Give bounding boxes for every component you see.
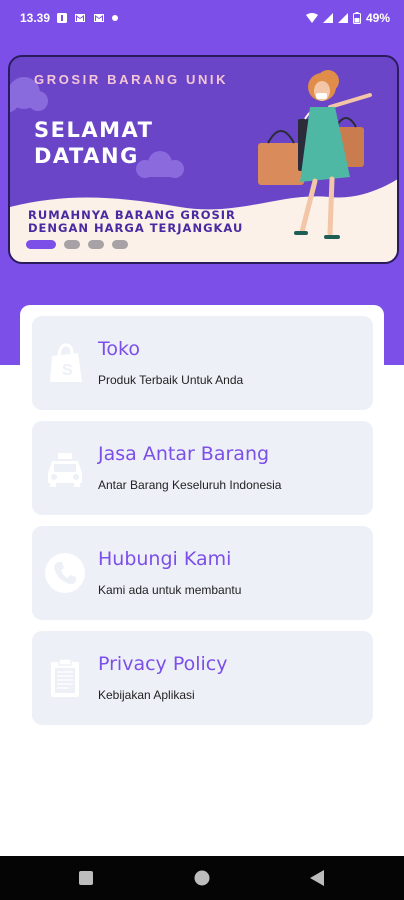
- menu-item-title: Privacy Policy: [98, 653, 228, 675]
- gmail-icon: [94, 14, 105, 22]
- phone-icon: [45, 553, 85, 593]
- menu-item-description: Antar Barang Keseluruh Indonesia: [98, 478, 282, 492]
- signal-icon: [337, 13, 348, 23]
- carousel-dot[interactable]: [88, 240, 104, 249]
- back-button[interactable]: [309, 870, 325, 886]
- notification-icon: [57, 13, 68, 23]
- shopify-bag-icon: S: [50, 343, 82, 382]
- home-button[interactable]: [194, 870, 210, 886]
- menu-item-description: Kami ada untuk membantu: [98, 583, 242, 597]
- car-icon: [48, 453, 82, 487]
- carousel-dot[interactable]: [64, 240, 80, 249]
- status-time: 13.39: [20, 11, 51, 25]
- menu-item-title: Toko: [98, 338, 140, 360]
- status-bar: 13.39 49%: [0, 0, 404, 36]
- recents-button[interactable]: [79, 871, 93, 885]
- dot-icon: [112, 15, 119, 21]
- clipboard-icon: [51, 658, 79, 697]
- menu-item-description: Kebijakan Aplikasi: [98, 688, 195, 702]
- menu-item-description: Produk Terbaik Untuk Anda: [98, 373, 244, 387]
- system-nav-bar: [0, 856, 404, 900]
- carousel-dot[interactable]: [112, 240, 128, 249]
- menu-item-title: Jasa Antar Barang: [98, 443, 270, 465]
- menu-panel: S Toko Produk Terbaik Untuk Anda Jasa An…: [20, 305, 384, 737]
- promo-banner[interactable]: GROSIR BARANG UNIK SELAMAT DATANG RUMAHN…: [8, 55, 399, 264]
- battery-icon: [352, 12, 361, 24]
- menu-item-title: Hubungi Kami: [98, 548, 232, 570]
- menu-item-privacy-policy[interactable]: Privacy Policy Kebijakan Aplikasi: [32, 631, 373, 725]
- menu-item-toko[interactable]: S Toko Produk Terbaik Untuk Anda: [32, 316, 373, 410]
- svg-text:S: S: [62, 362, 73, 379]
- banner-subtitle: GROSIR BARANG UNIK: [34, 72, 229, 87]
- banner-title: SELAMAT DATANG: [34, 118, 154, 168]
- signal-icon: [322, 13, 333, 23]
- carousel-dot[interactable]: [26, 240, 56, 249]
- gmail-icon: [75, 14, 86, 22]
- menu-item-jasa-antar-barang[interactable]: Jasa Antar Barang Antar Barang Keseluruh…: [32, 421, 373, 515]
- wifi-icon: [305, 13, 318, 23]
- battery-percent: 49%: [365, 11, 390, 25]
- carousel-indicator: [26, 240, 128, 249]
- banner-tagline: RUMAHNYA BARANG GROSIR DENGAN HARGA TERJ…: [28, 208, 244, 235]
- menu-item-hubungi-kami[interactable]: Hubungi Kami Kami ada untuk membantu: [32, 526, 373, 620]
